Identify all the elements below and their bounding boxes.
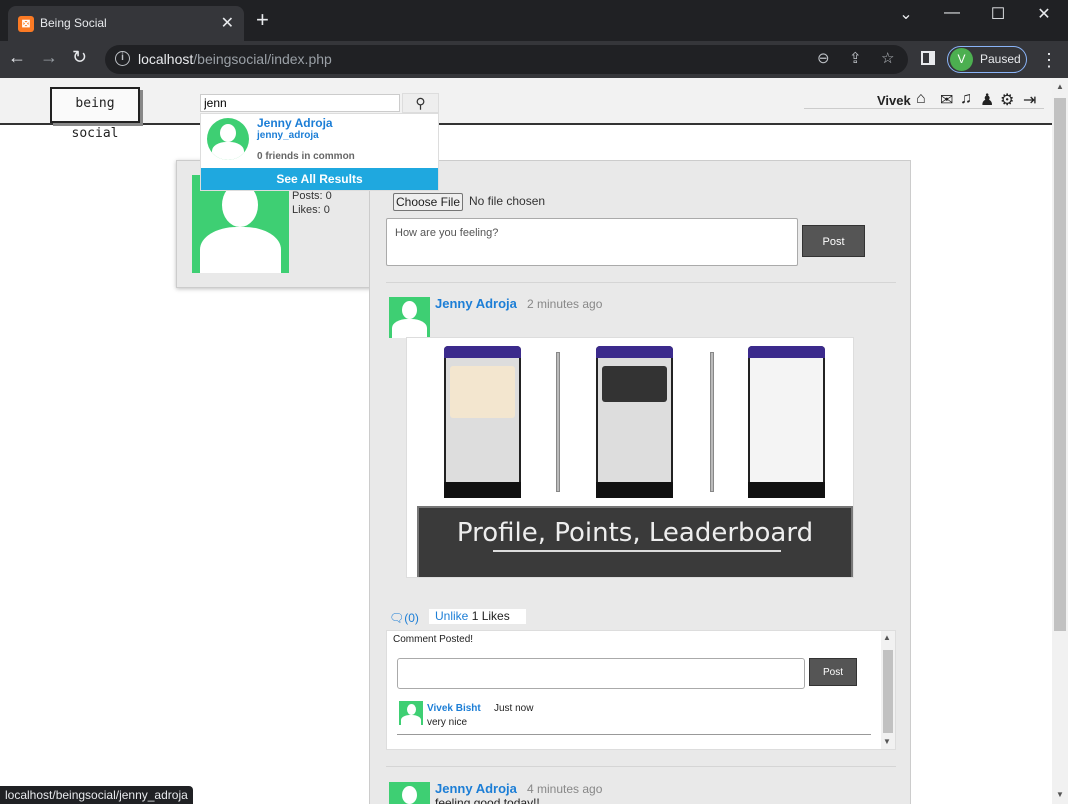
side-panel-icon[interactable] [921, 51, 935, 65]
browser-tab-bar: ⊠ Being Social ✕ + ⌄ — ☐ ✕ [0, 0, 1068, 41]
comment-divider [397, 734, 871, 735]
search-result-name[interactable]: Jenny Adroja [257, 116, 333, 130]
comment-text: very nice [427, 717, 468, 728]
mutual-friends-count: 0 friends in common [257, 151, 355, 162]
address-bar[interactable]: i localhost/beingsocial/index.php ⊖ ⇪ ☆ [105, 45, 908, 74]
scroll-up-icon[interactable]: ▲ [883, 633, 891, 642]
scroll-up-icon[interactable]: ▲ [1056, 82, 1064, 91]
profile-chip[interactable]: V Paused [947, 46, 1027, 73]
comments-scroll-thumb[interactable] [883, 650, 893, 733]
close-tab-icon[interactable]: ✕ [221, 13, 234, 33]
post-textarea[interactable]: How are you feeling? [386, 218, 798, 266]
scroll-down-icon[interactable]: ▼ [1056, 790, 1064, 799]
address-url: localhost/beingsocial/index.php [138, 51, 332, 67]
messages-icon[interactable]: ✉ [940, 90, 953, 110]
tab-title: Being Social [40, 16, 107, 30]
header-username[interactable]: Vivek [877, 93, 911, 108]
xampp-favicon-icon: ⊠ [18, 16, 34, 32]
comment-status: Comment Posted! [393, 634, 474, 645]
settings-gear-icon[interactable]: ⚙ [1000, 90, 1014, 110]
commenter-name[interactable]: Vivek Bisht [427, 703, 481, 714]
profile-status: Paused [980, 52, 1021, 66]
logout-icon[interactable]: ⇥ [1023, 90, 1036, 110]
comment-count: (0) [404, 611, 419, 625]
bookmark-star-icon[interactable]: ☆ [881, 49, 894, 67]
status-bar-url: localhost/beingsocial/jenny_adroja [0, 786, 193, 804]
tab-search-chevron-icon[interactable]: ⌄ [886, 4, 926, 24]
unlike-button[interactable]: Unlike [435, 609, 468, 623]
back-arrow-icon[interactable]: ← [8, 47, 26, 68]
commenter-avatar[interactable] [399, 701, 423, 725]
scroll-down-icon[interactable]: ▼ [883, 737, 891, 746]
friend-requests-icon[interactable]: ♟ [980, 90, 994, 110]
site-header: being social ⚲ Vivek ⌂ ✉ ♫ ♟ ⚙ ⇥ [0, 78, 1052, 141]
divider [386, 766, 896, 767]
search-icon: ⚲ [415, 95, 426, 111]
phone-screenshot [596, 346, 673, 498]
url-path: /beingsocial/index.php [193, 51, 332, 67]
page-scroll-thumb[interactable] [1054, 98, 1066, 631]
comment-post-button[interactable]: Post [809, 658, 857, 686]
forward-arrow-icon[interactable]: → [40, 47, 58, 68]
browser-tab[interactable]: ⊠ Being Social ✕ [8, 6, 244, 41]
post-timestamp: 2 minutes ago [527, 297, 603, 311]
comments-scrollbar[interactable]: ▲ ▼ [881, 631, 895, 749]
phone-screenshot [444, 346, 521, 498]
search-button[interactable]: ⚲ [402, 93, 439, 113]
post-author-name[interactable]: Jenny Adroja [435, 781, 517, 796]
search-input[interactable] [200, 94, 400, 112]
page-scrollbar[interactable]: ▲ ▼ [1052, 78, 1068, 804]
comment-bubble-icon: 🗨 [389, 611, 405, 625]
post-author-name[interactable]: Jenny Adroja [435, 296, 517, 311]
search-results-dropdown: Jenny Adroja jenny_adroja 0 friends in c… [200, 113, 439, 191]
browser-menu-icon[interactable]: ⋮ [1040, 50, 1058, 71]
likes-frame: Unlike 1 Likes [429, 609, 526, 624]
comments-frame: Comment Posted! Post Vivek Bisht Just no… [386, 630, 896, 750]
url-host: localhost [138, 51, 194, 67]
new-tab-icon[interactable]: + [256, 9, 269, 31]
search-result-avatar[interactable] [207, 118, 249, 160]
divider [386, 282, 896, 283]
post-author-avatar[interactable] [389, 782, 430, 804]
comment-timestamp: Just now [494, 703, 534, 714]
post-likes-count: 1 Likes [471, 609, 510, 623]
see-all-results-button[interactable]: See All Results [201, 168, 438, 190]
news-feed: Choose File No file chosen How are you f… [369, 160, 911, 804]
post-author-avatar[interactable] [389, 297, 430, 338]
post-timestamp: 4 minutes ago [527, 782, 603, 796]
posts-count: Posts: 0 [292, 190, 332, 202]
image-caption: Profile, Points, Leaderboard [456, 518, 814, 548]
share-icon[interactable]: ⇪ [849, 49, 862, 67]
choose-file-button[interactable]: Choose File [393, 193, 463, 211]
likes-count: Likes: 0 [292, 204, 330, 216]
divider-bar [710, 352, 714, 492]
post-button[interactable]: Post [802, 225, 865, 257]
file-status: No file chosen [469, 194, 546, 208]
divider-bar [556, 352, 560, 492]
zoom-icon[interactable]: ⊖ [817, 49, 830, 67]
maximize-icon[interactable]: ☐ [978, 4, 1018, 24]
minimize-icon[interactable]: — [932, 4, 972, 22]
close-window-icon[interactable]: ✕ [1024, 4, 1064, 24]
site-info-icon[interactable]: i [115, 51, 130, 66]
comment-textarea[interactable] [397, 658, 805, 689]
post-text: feeling good today!! [435, 796, 540, 804]
profile-avatar: V [950, 48, 973, 71]
search-result-username[interactable]: jenny_adroja [257, 130, 319, 141]
comments-toggle[interactable]: 🗨(0) [389, 611, 419, 625]
browser-toolbar: ← → ↻ i localhost/beingsocial/index.php … [0, 41, 1068, 78]
home-icon[interactable]: ⌂ [916, 90, 926, 108]
image-caption-banner: Profile, Points, Leaderboard [417, 506, 853, 577]
phone-screenshot [748, 346, 825, 498]
reload-icon[interactable]: ↻ [72, 47, 87, 68]
page-viewport: being social ⚲ Vivek ⌂ ✉ ♫ ♟ ⚙ ⇥ Jenny A… [0, 78, 1052, 804]
post-image[interactable]: Profile, Points, Leaderboard [406, 337, 854, 578]
site-logo[interactable]: being social [50, 87, 140, 141]
notifications-bell-icon[interactable]: ♫ [960, 90, 972, 108]
